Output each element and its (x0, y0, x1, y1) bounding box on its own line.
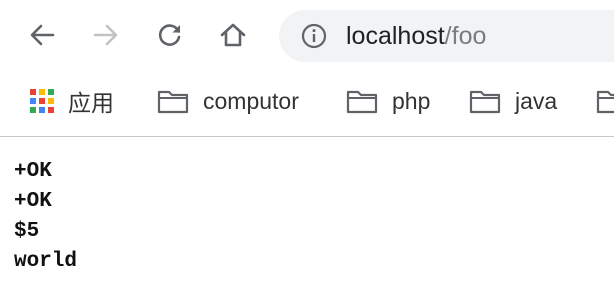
bookmarks-bar: 应用 computor php java (0, 72, 614, 137)
bookmark-label: java (515, 87, 558, 114)
bookmark-folder-overflow[interactable] (596, 86, 614, 116)
bookmark-label: 应用 (68, 90, 114, 116)
browser-toolbar: localhost/foo (0, 0, 614, 72)
bookmark-folder-computor[interactable]: computor (157, 86, 299, 116)
bookmark-folder-java[interactable]: java (469, 86, 557, 116)
forward-button[interactable] (86, 15, 126, 55)
response-line: world (14, 250, 78, 273)
back-arrow-icon (30, 24, 55, 46)
bookmark-label: computor (203, 87, 299, 114)
folder-icon (469, 90, 501, 114)
url-host: localhost (346, 22, 445, 50)
folder-icon (157, 90, 189, 114)
site-info-icon[interactable] (301, 23, 327, 49)
response-line: $5 (14, 220, 40, 243)
address-text[interactable]: localhost/foo (346, 22, 486, 50)
back-button[interactable] (22, 15, 62, 55)
forward-arrow-icon (93, 24, 118, 46)
address-bar[interactable]: localhost/foo (279, 10, 614, 62)
bookmark-apps[interactable]: 应用 (30, 86, 114, 116)
reload-button[interactable] (150, 15, 190, 55)
url-path: /foo (444, 22, 487, 50)
home-button[interactable] (213, 15, 253, 55)
page-body: +OK +OK $5 world (14, 157, 77, 277)
folder-icon (346, 90, 378, 114)
apps-grid-icon (30, 89, 54, 113)
bookmark-folder-php[interactable]: php (346, 86, 430, 116)
home-icon (220, 23, 246, 47)
bookmark-label: php (392, 87, 431, 114)
response-line: +OK (14, 160, 52, 183)
response-line: +OK (14, 190, 52, 213)
folder-icon (596, 90, 614, 114)
reload-icon (158, 24, 181, 46)
